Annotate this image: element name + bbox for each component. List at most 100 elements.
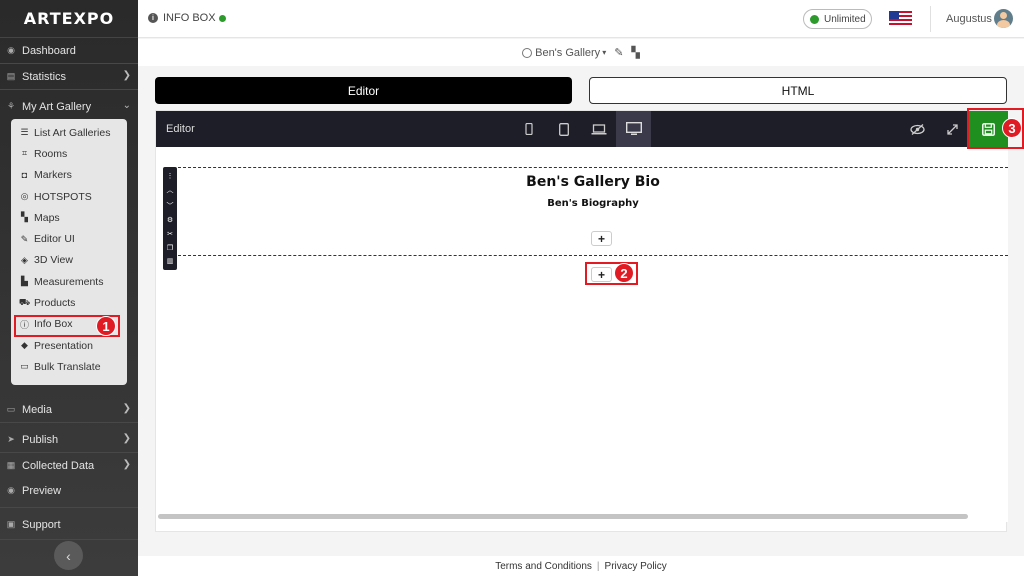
editor-toolbar: Editor: [156, 111, 1008, 147]
tab-html[interactable]: HTML: [589, 77, 1007, 104]
scissors-icon[interactable]: ✂: [167, 230, 173, 238]
sidebar-item-publish[interactable]: ➤ Publish ❯: [0, 427, 138, 452]
topbar: i INFO BOX Unlimited Augustus: [138, 0, 1024, 38]
fullscreen-button[interactable]: [935, 111, 970, 147]
sidebar-item-collected-data[interactable]: ▦ Collected Data ❯: [0, 453, 138, 478]
tablet-view-button[interactable]: [546, 111, 581, 147]
expand-icon: [947, 123, 958, 135]
content-block[interactable]: Ben's Gallery Bio Ben's Biography +: [178, 167, 1008, 256]
statistics-icon: ▤: [6, 71, 16, 81]
support-icon: ▣: [6, 519, 16, 529]
submenu-item-list-art-galleries[interactable]: ☰ List Art Galleries: [11, 122, 127, 143]
editor-panel: Editor ⋮ ︿ ﹀ ⚙ ✂ ❐ ▥ Ben's Gallery Bio B…: [155, 110, 1008, 532]
cube-icon: ◈: [21, 254, 28, 265]
editor-label: Editor: [166, 123, 195, 135]
sidebar-item-my-art-gallery[interactable]: ⚘ My Art Gallery ⌄: [0, 94, 138, 119]
gear-icon[interactable]: ⚙: [167, 216, 173, 224]
measurements-icon: ▙: [21, 276, 28, 287]
sidebar-item-media[interactable]: ▭ Media ❯: [0, 397, 138, 422]
move-up-icon[interactable]: ︿: [167, 185, 174, 195]
gallery-submenu: ☰ List Art Galleries ⌗ Rooms ◘ Markers ◎…: [11, 119, 127, 385]
laptop-icon: [591, 123, 606, 134]
page-title: i INFO BOX: [148, 12, 226, 24]
chevron-right-icon: ❯: [122, 459, 131, 470]
dashboard-icon: ◉: [7, 45, 15, 55]
markers-icon: ◘: [21, 170, 28, 181]
preview-toggle-button[interactable]: [900, 111, 935, 147]
hotspot-icon: ◎: [20, 191, 29, 202]
step-badge-1: 1: [96, 316, 116, 336]
eye-slash-icon: [910, 123, 925, 135]
sidebar-item-preview[interactable]: ◉ Preview: [0, 478, 138, 503]
collapse-sidebar-button[interactable]: ‹: [54, 541, 83, 570]
submenu-item-3d-view[interactable]: ◈ 3D View: [11, 250, 127, 271]
bio-title[interactable]: Ben's Gallery Bio: [178, 174, 1008, 190]
chevron-right-icon: ❯: [122, 403, 131, 414]
avatar[interactable]: [994, 9, 1013, 28]
privacy-link[interactable]: Privacy Policy: [605, 561, 667, 572]
gallery-selector-bar: Ben's Gallery ▾ ✎ ▚: [138, 39, 1024, 66]
publish-icon: ➤: [7, 434, 15, 444]
presentation-icon: ◆: [21, 340, 28, 351]
editor-canvas[interactable]: ⋮ ︿ ﹀ ⚙ ✂ ❐ ▥ Ben's Gallery Bio Ben's Bi…: [156, 147, 1008, 522]
gallery-settings-icon[interactable]: ▚: [631, 46, 639, 59]
app-logo[interactable]: ARTEXPO: [0, 0, 138, 38]
submenu-item-measurements[interactable]: ▙ Measurements: [11, 271, 127, 292]
translate-icon: ▭: [20, 361, 29, 372]
cart-icon: ⛟: [18, 297, 31, 308]
submenu-item-products[interactable]: ⛟ Products: [11, 292, 127, 313]
mobile-icon: [524, 123, 533, 135]
plan-badge[interactable]: Unlimited: [803, 9, 872, 29]
tab-editor[interactable]: Editor: [155, 77, 572, 104]
submenu-item-presentation[interactable]: ◆ Presentation: [11, 335, 127, 356]
gallery-icon: ⚘: [6, 101, 16, 111]
user-name[interactable]: Augustus: [946, 13, 992, 25]
footer: Terms and Conditions | Privacy Policy: [138, 556, 1024, 576]
info-icon: i: [148, 13, 158, 23]
edit-icon[interactable]: ✎: [614, 46, 623, 59]
terms-link[interactable]: Terms and Conditions: [495, 561, 592, 572]
horizontal-scrollbar[interactable]: [158, 514, 968, 519]
media-icon: ▭: [6, 404, 16, 414]
chevron-right-icon: ❯: [122, 433, 131, 444]
chevron-left-icon: ‹: [66, 547, 71, 564]
copy-icon[interactable]: ❐: [167, 244, 173, 252]
move-down-icon[interactable]: ﹀: [167, 201, 174, 211]
sidebar: ARTEXPO ◉ Dashboard ▤ Statistics ❯ ⚘ My …: [0, 0, 138, 576]
mobile-view-button[interactable]: [511, 111, 546, 147]
submenu-item-maps[interactable]: ▚ Maps: [11, 207, 127, 228]
rooms-icon: ⌗: [21, 148, 28, 159]
status-dot: [810, 14, 819, 24]
gallery-selector[interactable]: Ben's Gallery: [535, 47, 600, 59]
desktop-icon: [625, 122, 642, 135]
step-badge-2: 2: [614, 263, 634, 283]
submenu-item-hotspots[interactable]: ◎ HOTSPOTS: [11, 186, 127, 207]
us-flag-icon[interactable]: [889, 11, 912, 26]
preview-icon: ◉: [7, 485, 15, 495]
sidebar-item-statistics[interactable]: ▤ Statistics ❯: [0, 64, 138, 89]
chevron-right-icon: ❯: [122, 70, 131, 81]
plus-icon: +: [597, 231, 605, 246]
editor-ui-icon: ✎: [20, 233, 29, 244]
submenu-item-editor-ui[interactable]: ✎ Editor UI: [11, 228, 127, 249]
submenu-item-rooms[interactable]: ⌗ Rooms: [11, 143, 127, 164]
block-toolbar: ⋮ ︿ ﹀ ⚙ ✂ ❐ ▥: [163, 167, 177, 270]
bio-subtitle[interactable]: Ben's Biography: [178, 198, 1008, 209]
desktop-view-button[interactable]: [616, 111, 651, 147]
laptop-view-button[interactable]: [581, 111, 616, 147]
submenu-item-markers[interactable]: ◘ Markers: [11, 165, 127, 186]
drag-handle-icon[interactable]: ⋮: [167, 172, 174, 180]
map-icon: ▚: [21, 212, 28, 223]
caret-down-icon[interactable]: ▾: [602, 48, 606, 57]
add-inner-block-button[interactable]: +: [591, 231, 612, 246]
list-icon: ☰: [20, 127, 29, 138]
trash-icon[interactable]: ▥: [167, 257, 174, 265]
collected-data-icon: ▦: [6, 460, 16, 470]
gallery-status-icon: [522, 47, 533, 58]
step-badge-3: 3: [1002, 118, 1022, 138]
status-dot: [218, 14, 226, 22]
sidebar-item-support[interactable]: ▣ Support: [0, 512, 138, 537]
submenu-item-bulk-translate[interactable]: ▭ Bulk Translate: [11, 356, 127, 377]
chevron-down-icon: ⌄: [122, 100, 131, 111]
sidebar-item-dashboard[interactable]: ◉ Dashboard: [0, 38, 138, 63]
